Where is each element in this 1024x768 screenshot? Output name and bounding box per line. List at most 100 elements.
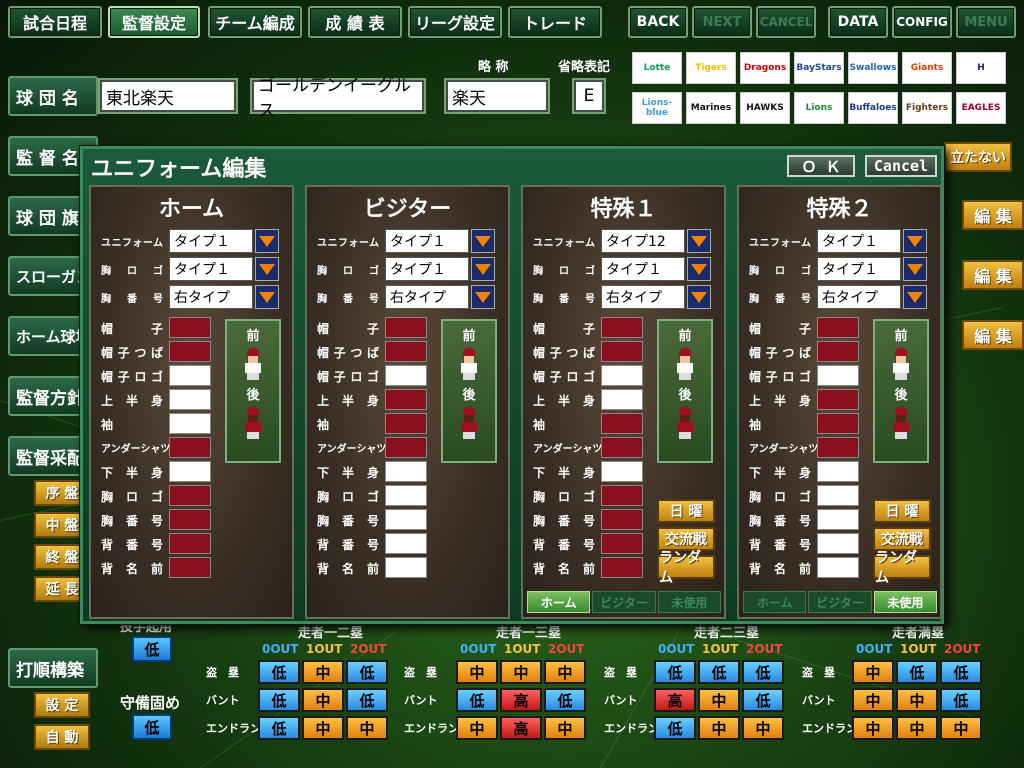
nav-trade[interactable]: トレード: [508, 6, 602, 38]
tactic-cell[interactable]: 低: [896, 660, 938, 684]
nav-manager-settings[interactable]: 監督設定: [108, 6, 200, 38]
tactic-cell[interactable]: 中: [852, 660, 894, 684]
cap_brim-color-swatch[interactable]: [601, 341, 643, 362]
team-logo-4[interactable]: Swallows: [848, 52, 898, 84]
tactic-cell[interactable]: 中: [302, 688, 344, 712]
uniform-select[interactable]: タイプ１: [385, 229, 469, 253]
team-logo-11[interactable]: Buffaloes: [848, 92, 898, 124]
tactic-cell[interactable]: 高: [654, 688, 696, 712]
nav-config-button[interactable]: CONFIG: [892, 6, 952, 38]
defense-value-button[interactable]: 低: [132, 714, 172, 740]
team-logo-8[interactable]: Marines: [686, 92, 736, 124]
usage-tab-0[interactable]: ホーム: [527, 591, 591, 613]
cap-color-swatch[interactable]: [817, 317, 859, 338]
back_name-color-swatch[interactable]: [601, 557, 643, 578]
dialog-cancel-button[interactable]: Cancel: [865, 155, 937, 177]
chest_number-select[interactable]: 右タイプ: [601, 285, 685, 309]
pinch-value-button[interactable]: 低: [132, 636, 172, 662]
chest_number2-color-swatch[interactable]: [385, 509, 427, 530]
team-logo-0[interactable]: Lotte: [632, 52, 682, 84]
nav-league-settings[interactable]: リーグ設定: [408, 6, 502, 38]
tactic-cell[interactable]: 低: [346, 688, 388, 712]
nav-schedule[interactable]: 試合日程: [8, 6, 102, 38]
chest_logo2-color-swatch[interactable]: [169, 485, 211, 506]
uniform-select[interactable]: タイプ１: [817, 229, 901, 253]
team-logo-10[interactable]: Lions: [794, 92, 844, 124]
team-logo-1[interactable]: Tigers: [686, 52, 736, 84]
tactic-cell[interactable]: 中: [940, 716, 982, 740]
usage-tab-1[interactable]: ビジター: [808, 591, 872, 613]
team-logo-3[interactable]: BayStars: [794, 52, 844, 84]
tactic-cell[interactable]: 中: [302, 716, 344, 740]
undershirt-color-swatch[interactable]: [385, 437, 427, 458]
lower_body-color-swatch[interactable]: [601, 461, 643, 482]
tactic-cell[interactable]: 低: [940, 688, 982, 712]
batting-setup-button[interactable]: 設 定: [34, 692, 90, 718]
chest_logo-select[interactable]: タイプ１: [601, 257, 685, 281]
abbr-field[interactable]: E: [574, 80, 604, 112]
dropdown-arrow-icon[interactable]: [471, 229, 495, 253]
chest_number2-color-swatch[interactable]: [169, 509, 211, 530]
sleeve-color-swatch[interactable]: [817, 413, 859, 434]
team-nickname-field[interactable]: ゴールデンイーグルス: [252, 76, 424, 121]
tactic-cell[interactable]: 中: [852, 688, 894, 712]
upper_body-color-swatch[interactable]: [817, 389, 859, 410]
team-logo-7[interactable]: Lions-blue: [632, 92, 682, 124]
chest_number-select[interactable]: 右タイプ: [169, 285, 253, 309]
tactic-cell[interactable]: 中: [544, 716, 586, 740]
day-option-button[interactable]: 日 曜: [873, 499, 931, 523]
tactic-cell[interactable]: 低: [654, 660, 696, 684]
tactic-cell[interactable]: 低: [742, 688, 784, 712]
dialog-ok-button[interactable]: Ｏ Ｋ: [787, 155, 855, 177]
dropdown-arrow-icon[interactable]: [255, 229, 279, 253]
chest_number2-color-swatch[interactable]: [817, 509, 859, 530]
tactic-cell[interactable]: 中: [896, 688, 938, 712]
cap_brim-color-swatch[interactable]: [169, 341, 211, 362]
chest_number2-color-swatch[interactable]: [601, 509, 643, 530]
tactic-cell[interactable]: 中: [896, 716, 938, 740]
lower_body-color-swatch[interactable]: [385, 461, 427, 482]
lower_body-color-swatch[interactable]: [817, 461, 859, 482]
tactic-cell[interactable]: 中: [302, 660, 344, 684]
dropdown-arrow-icon[interactable]: [687, 285, 711, 309]
cap_logo-color-swatch[interactable]: [817, 365, 859, 386]
dropdown-arrow-icon[interactable]: [687, 229, 711, 253]
back_number-color-swatch[interactable]: [169, 533, 211, 554]
team-logo-6[interactable]: H: [956, 52, 1006, 84]
dropdown-arrow-icon[interactable]: [255, 285, 279, 309]
nav-menu-button[interactable]: MENU: [956, 6, 1016, 38]
team-logo-2[interactable]: Dragons: [740, 52, 790, 84]
cap_logo-color-swatch[interactable]: [169, 365, 211, 386]
chest_number-select[interactable]: 右タイプ: [817, 285, 901, 309]
tactic-cell[interactable]: 中: [698, 716, 740, 740]
dropdown-arrow-icon[interactable]: [255, 257, 279, 281]
undershirt-color-swatch[interactable]: [817, 437, 859, 458]
cap-color-swatch[interactable]: [385, 317, 427, 338]
chest_logo-select[interactable]: タイプ１: [817, 257, 901, 281]
cap-color-swatch[interactable]: [601, 317, 643, 338]
back_name-color-swatch[interactable]: [169, 557, 211, 578]
upper_body-color-swatch[interactable]: [601, 389, 643, 410]
nav-stats[interactable]: 成 績 表: [308, 6, 402, 38]
sleeve-color-swatch[interactable]: [169, 413, 211, 434]
cap_logo-color-swatch[interactable]: [385, 365, 427, 386]
usage-tab-2[interactable]: 未使用: [657, 591, 721, 613]
chest_logo-select[interactable]: タイプ１: [169, 257, 253, 281]
tactic-cell[interactable]: 中: [852, 716, 894, 740]
undershirt-color-swatch[interactable]: [601, 437, 643, 458]
day-option-button[interactable]: 日 曜: [657, 499, 715, 523]
tactic-cell[interactable]: 低: [258, 688, 300, 712]
tactic-cell[interactable]: 低: [258, 660, 300, 684]
chest_logo2-color-swatch[interactable]: [601, 485, 643, 506]
lower_body-color-swatch[interactable]: [169, 461, 211, 482]
chest_logo2-color-swatch[interactable]: [385, 485, 427, 506]
team-name-field[interactable]: 東北楽天: [100, 80, 236, 112]
nav-team-building[interactable]: チーム編成: [208, 6, 302, 38]
tactic-cell[interactable]: 高: [500, 716, 542, 740]
tactic-cell[interactable]: 中: [346, 716, 388, 740]
sleeve-color-swatch[interactable]: [385, 413, 427, 434]
chest_logo-select[interactable]: タイプ１: [385, 257, 469, 281]
day-option-button[interactable]: ランダム: [657, 550, 715, 586]
tactic-cell[interactable]: 中: [500, 660, 542, 684]
uniform-select[interactable]: タイプ12: [601, 229, 685, 253]
